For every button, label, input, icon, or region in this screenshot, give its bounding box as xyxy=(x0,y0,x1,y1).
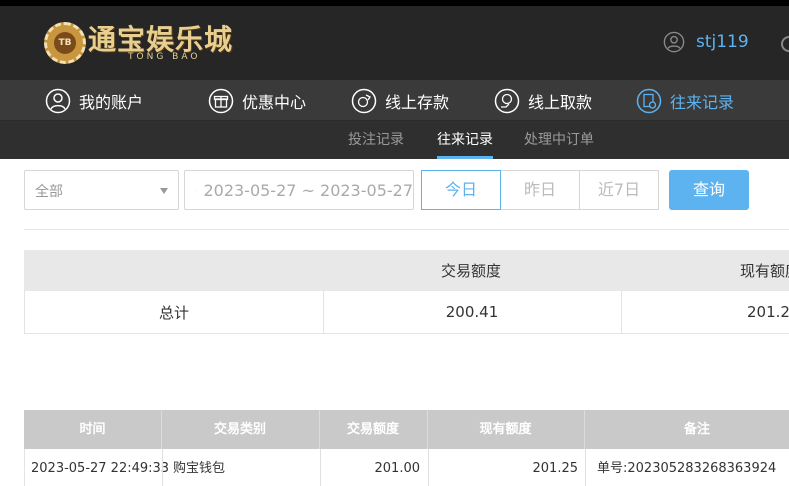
sub-nav: 投注记录 往来记录 处理中订单 xyxy=(0,121,789,159)
cell-remark: 单号:202305283268363924 xyxy=(597,461,777,476)
cell-divider xyxy=(162,449,163,486)
username[interactable]: stj119 xyxy=(696,32,749,52)
user-icon xyxy=(45,88,71,113)
gift-icon xyxy=(208,88,234,113)
user-avatar-icon xyxy=(663,31,685,53)
user-account[interactable]: stj119 xyxy=(663,31,749,53)
select-value: 全部 xyxy=(35,184,63,200)
summary-total-label: 总计 xyxy=(158,303,189,322)
cell-divider xyxy=(585,449,586,486)
tab-bet-records[interactable]: 投注记录 xyxy=(348,121,404,159)
summary-header-amount: 交易额度 xyxy=(440,262,501,280)
nav-item-records[interactable]: 往来记录 xyxy=(636,80,734,121)
column-header-time: 时间 xyxy=(79,422,106,437)
nav-label: 线上存款 xyxy=(385,92,450,112)
site-logo[interactable]: TB 通宝娱乐城 TONG BAO xyxy=(44,21,233,65)
withdraw-icon xyxy=(494,88,520,113)
nav-item-promotions[interactable]: 优惠中心 xyxy=(208,80,306,121)
caret-down-icon xyxy=(160,188,168,194)
casino-chip-logo-icon: TB xyxy=(44,22,86,64)
date-range-value: 2023-05-27 ~ 2023-05-27 xyxy=(203,180,413,200)
summary-total-amount: 200.41 xyxy=(445,303,499,321)
site-header: TB 通宝娱乐城 TONG BAO stj119 xyxy=(0,6,789,80)
chip-label: TB xyxy=(54,32,76,54)
column-header-balance: 现有额度 xyxy=(479,422,532,437)
nav-label: 我的账户 xyxy=(79,92,144,112)
nav-item-deposit[interactable]: 线上存款 xyxy=(351,80,449,121)
cell-time: 2023-05-27 22:49:33 xyxy=(31,461,170,476)
nav-item-withdraw[interactable]: 线上取款 xyxy=(494,80,592,121)
records-icon xyxy=(636,88,662,113)
transaction-type-select[interactable]: 全部 xyxy=(24,170,179,210)
summary-header-balance: 现有额度 xyxy=(740,262,789,280)
tab-pending-orders[interactable]: 处理中订单 xyxy=(524,121,594,159)
summary-header-cell xyxy=(24,250,322,291)
table-row: 2023-05-27 22:49:33 购宝钱包 201.00 201.25 单… xyxy=(24,449,789,486)
cell-type: 购宝钱包 xyxy=(173,461,226,476)
logo-text: 通宝娱乐城 TONG BAO xyxy=(88,24,233,63)
yesterday-button[interactable]: 昨日 xyxy=(500,170,580,210)
tab-transaction-records[interactable]: 往来记录 xyxy=(437,121,493,159)
column-header-amount: 交易额度 xyxy=(346,422,399,437)
cell-balance: 201.25 xyxy=(532,461,579,476)
active-tab-indicator xyxy=(437,156,493,159)
last-7-days-button[interactable]: 近7日 xyxy=(579,170,659,210)
nav-item-account[interactable]: 我的账户 xyxy=(45,80,143,121)
summary-row: 总计 200.41 201.25 xyxy=(24,291,789,334)
calendar-icon xyxy=(195,189,197,191)
date-range-input[interactable]: 2023-05-27 ~ 2023-05-27 xyxy=(184,170,414,210)
summary-total-balance: 201.25 xyxy=(747,303,789,321)
summary-header: 交易额度 现有额度 xyxy=(24,250,789,291)
nav-label: 线上取款 xyxy=(528,92,593,112)
cell-amount: 201.00 xyxy=(374,461,421,476)
nav-label: 优惠中心 xyxy=(242,92,307,112)
column-header-type: 交易类别 xyxy=(213,422,266,437)
query-button[interactable]: 查询 xyxy=(669,170,749,210)
main-nav: 我的账户 优惠中心 线上存款 线上取款 往来记录 xyxy=(0,80,789,121)
section-divider xyxy=(24,229,789,230)
logo-name-en: TONG BAO xyxy=(128,52,201,62)
table-header: 时间 交易类别 交易额度 现有额度 备注 xyxy=(24,410,789,449)
logout-icon[interactable] xyxy=(781,36,789,52)
today-button[interactable]: 今日 xyxy=(421,170,501,210)
column-header-remark: 备注 xyxy=(683,422,710,437)
nav-label: 往来记录 xyxy=(670,92,735,112)
deposit-icon xyxy=(351,88,377,113)
